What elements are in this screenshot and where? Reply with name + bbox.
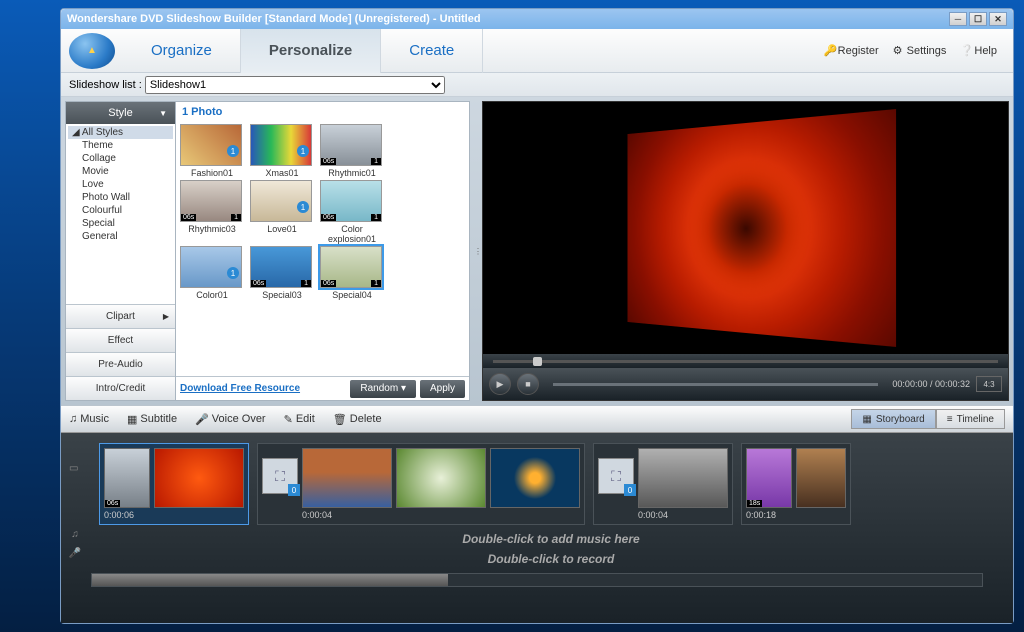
clip-item[interactable]: 18s0:00:18 [746,448,792,520]
style-category-button[interactable]: Style▼ [66,102,175,124]
clip-item[interactable] [154,448,244,510]
preview-image [627,109,896,347]
style-tree-item[interactable]: General [68,230,173,243]
style-panel: Style▼ ◢ All Styles Theme Collage Movie … [65,101,470,401]
help-icon: ❔ [960,45,971,56]
style-thumb[interactable]: 06s1Rhythmic01 [320,124,384,178]
horizontal-scrollbar[interactable] [91,573,983,587]
timeline-area: ▭ 06s0:00:06 ⛶0 0:00:04 ⛶0 0:00:04 [61,433,1013,623]
style-tree-item[interactable]: Special [68,217,173,230]
app-logo-icon: ▲ [69,33,115,69]
clip-item[interactable] [796,448,846,510]
pencil-icon: ✎ [284,413,293,426]
key-icon: 🔑 [824,45,835,56]
timeline-view-button[interactable]: ≡Timeline [936,409,1005,429]
slideshow-list-row: Slideshow list : Slideshow1 [61,73,1013,97]
style-thumb[interactable]: 06s1Rhythmic03 [180,180,244,244]
tab-personalize[interactable]: Personalize [241,29,381,73]
clip-group[interactable]: 18s0:00:18 [741,443,851,525]
chevron-down-icon: ▼ [159,109,167,118]
gallery-heading: 1 Photo [176,102,469,122]
subtitle-icon: ▦ [127,413,137,426]
clip-group[interactable]: ⛶0 0:00:04 [593,443,733,525]
transition-item[interactable]: ⛶0 [598,458,634,494]
storyboard-icon: ▦ [862,414,871,425]
random-button[interactable]: Random ▾ [350,380,416,398]
style-thumb[interactable]: 1Love01 [250,180,314,244]
chevron-right-icon: ▶ [163,312,169,321]
gallery-grid: 1Fashion01 1Xmas01 06s1Rhythmic01 06s1Rh… [176,122,469,376]
music-icon: ♫ [69,413,77,425]
voice-track-hint[interactable]: Double-click to record [89,549,1013,569]
video-track-icon[interactable]: ▭ [69,463,89,474]
style-tree-all[interactable]: ◢ All Styles [68,126,173,139]
seek-bar[interactable] [483,354,1008,368]
style-tree-item[interactable]: Love [68,178,173,191]
clipart-button[interactable]: Clipart▶ [66,304,175,328]
apply-button[interactable]: Apply [420,380,465,398]
subtitle-button[interactable]: ▦Subtitle [127,413,177,426]
help-link[interactable]: ❔Help [960,45,997,57]
clip-item[interactable]: 0:00:04 [638,448,728,520]
header-bar: ▲ Organize Personalize Create 🔑Register … [61,29,1013,73]
minimize-button[interactable]: ─ [949,12,967,26]
timeline-icon: ≡ [947,414,953,425]
style-thumb[interactable]: 1Xmas01 [250,124,314,178]
aspect-ratio-button[interactable]: 4:3 [976,376,1002,392]
style-tree-item[interactable]: Photo Wall [68,191,173,204]
style-thumb[interactable]: 06s1Special03 [250,246,314,300]
play-button[interactable]: ▶ [489,373,511,395]
voiceover-button[interactable]: 🎤Voice Over [195,413,266,426]
mic-icon: 🎤 [195,413,209,426]
slideshow-list-label: Slideshow list : [69,79,142,91]
close-button[interactable]: ✕ [989,12,1007,26]
effect-button[interactable]: Effect [66,328,175,352]
tab-organize[interactable]: Organize [123,29,241,73]
style-thumb[interactable]: 1Color01 [180,246,244,300]
style-thumb[interactable]: 1Fashion01 [180,124,244,178]
edit-button[interactable]: ✎Edit [284,413,315,426]
download-resource-link[interactable]: Download Free Resource [180,383,300,394]
preaudio-button[interactable]: Pre-Audio [66,352,175,376]
delete-button[interactable]: 🗑Delete [333,413,382,426]
panel-divider[interactable]: ⋮ [474,97,482,405]
style-tree-item[interactable]: Theme [68,139,173,152]
titlebar[interactable]: Wondershare DVD Slideshow Builder [Stand… [61,9,1013,29]
storyboard-view-button[interactable]: ▦Storyboard [851,409,935,429]
voice-track-icon[interactable]: 🎤 [69,548,81,559]
music-track-icon[interactable]: ♫ [71,529,79,540]
style-tree-item[interactable]: Colourful [68,204,173,217]
style-tree-item[interactable]: Collage [68,152,173,165]
timeline-toolbar: ♫Music ▦Subtitle 🎤Voice Over ✎Edit 🗑Dele… [61,405,1013,433]
register-link[interactable]: 🔑Register [824,45,879,57]
clip-item[interactable] [490,448,580,510]
preview-panel: ▶ ■ 00:00:00 / 00:00:32 4:3 [482,101,1009,401]
preview-canvas [483,102,1008,354]
gear-icon: ⚙ [893,45,904,56]
tab-create[interactable]: Create [381,29,483,73]
settings-link[interactable]: ⚙Settings [893,45,947,57]
clip-item[interactable]: 0:00:04 [302,448,392,520]
clip-group[interactable]: ⛶0 0:00:04 [257,443,585,525]
music-track-hint[interactable]: Double-click to add music here [89,529,1013,549]
trash-icon: 🗑 [333,413,347,426]
window-title: Wondershare DVD Slideshow Builder [Stand… [67,13,481,25]
transition-item[interactable]: ⛶0 [262,458,298,494]
style-thumb-selected[interactable]: 06s1Special04 [320,246,384,300]
position-slider[interactable] [553,383,878,386]
clip-item[interactable]: 06s0:00:06 [104,448,150,520]
slideshow-list-select[interactable]: Slideshow1 [145,76,445,94]
style-tree-item[interactable]: Movie [68,165,173,178]
style-tree[interactable]: ◢ All Styles Theme Collage Movie Love Ph… [66,124,175,304]
introcredit-button[interactable]: Intro/Credit [66,376,175,400]
playback-time: 00:00:00 / 00:00:32 [892,379,970,389]
stop-button[interactable]: ■ [517,373,539,395]
clip-group[interactable]: 06s0:00:06 [99,443,249,525]
maximize-button[interactable]: ☐ [969,12,987,26]
clip-item[interactable] [396,448,486,510]
music-button[interactable]: ♫Music [69,413,109,425]
style-thumb[interactable]: 06s1Color explosion01 [320,180,384,244]
